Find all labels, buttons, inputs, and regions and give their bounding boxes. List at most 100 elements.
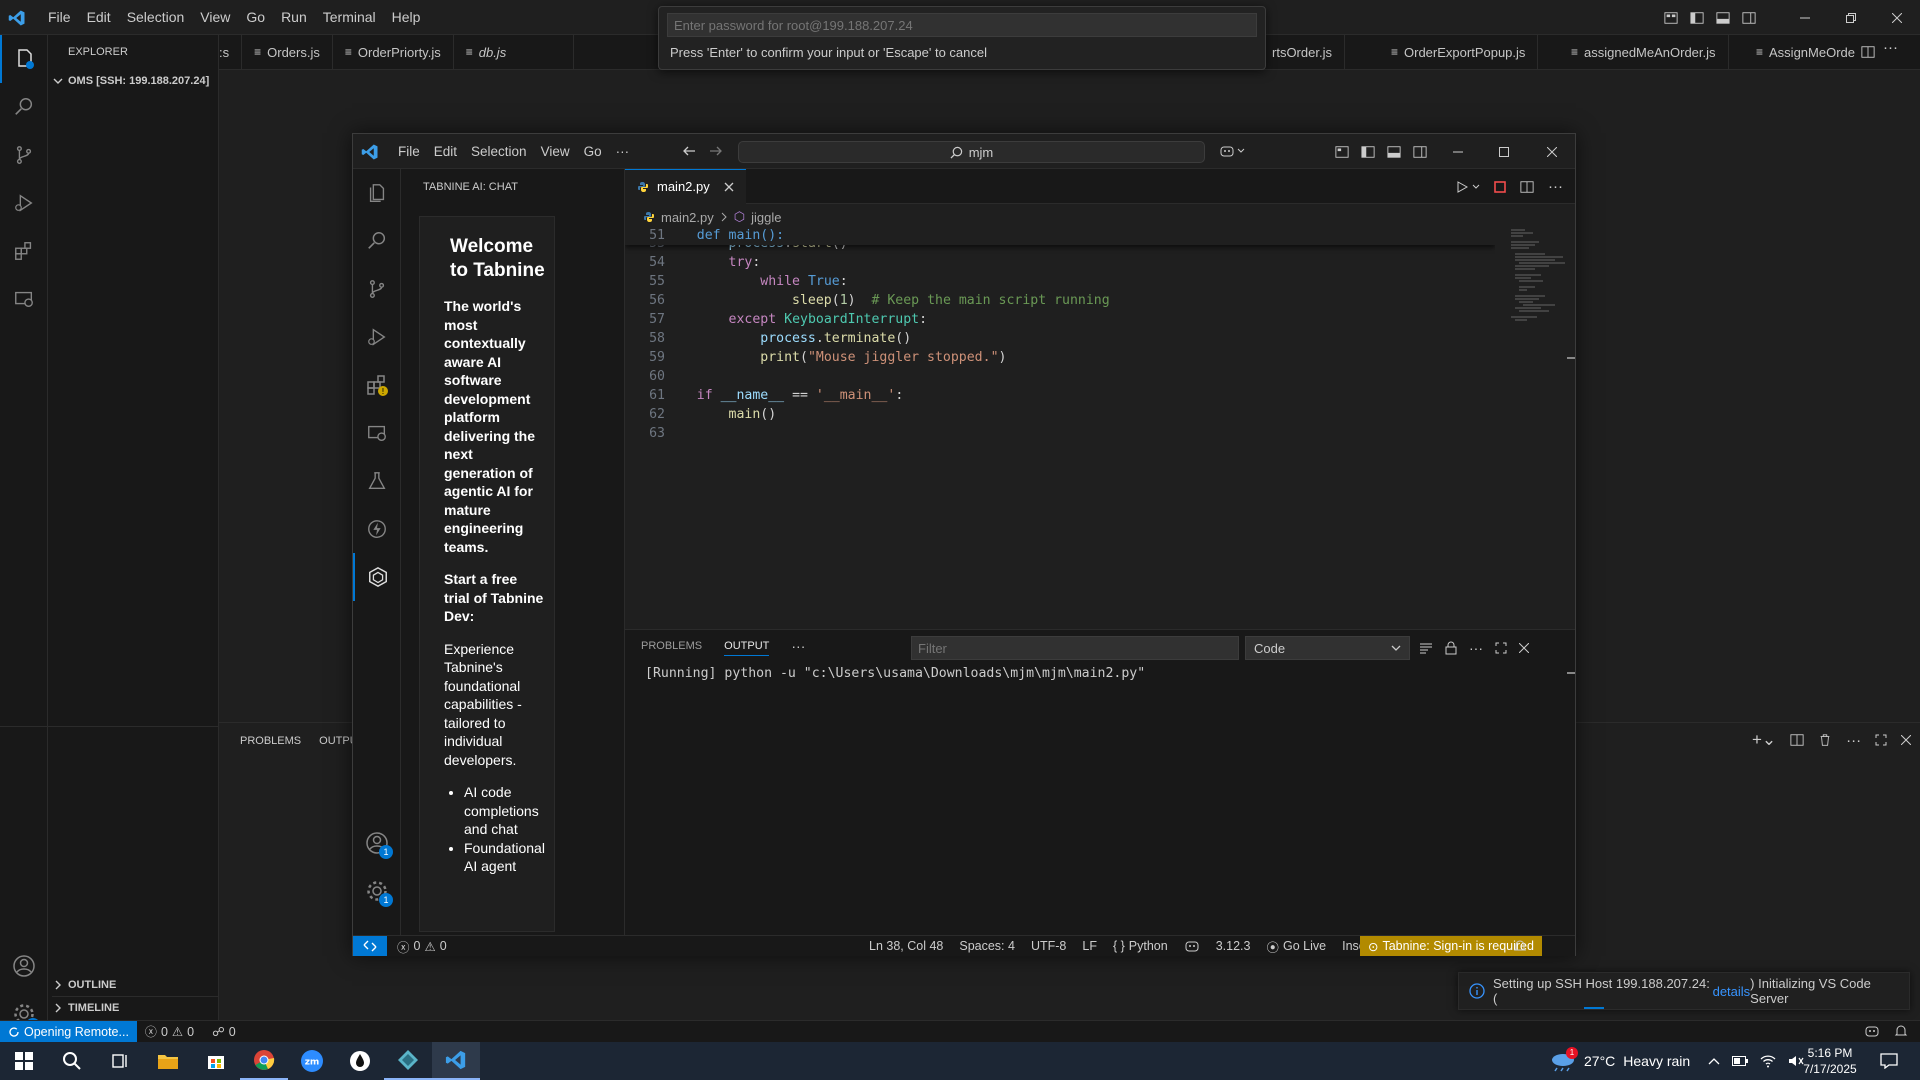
timeline-section[interactable]: TIMELINE: [52, 996, 219, 1018]
inner-menu-view[interactable]: View: [534, 134, 577, 169]
bolt-icon[interactable]: [353, 505, 401, 553]
battery-icon[interactable]: [1732, 1056, 1748, 1066]
lock-icon[interactable]: [1445, 641, 1457, 655]
remote-explorer-icon[interactable]: [353, 409, 401, 457]
explorer-icon[interactable]: [0, 35, 48, 83]
menu-file[interactable]: File: [40, 0, 79, 35]
minimize-icon[interactable]: [1453, 147, 1463, 157]
outline-section[interactable]: OUTLINE: [52, 974, 116, 996]
inner-menu-go[interactable]: Go: [577, 134, 609, 169]
language-mode[interactable]: { } Python: [1113, 939, 1168, 953]
source-control-icon[interactable]: [353, 265, 401, 313]
customize-layout-icon[interactable]: [1335, 145, 1349, 159]
task-view-icon[interactable]: [96, 1042, 144, 1080]
more-actions-icon[interactable]: ···: [791, 638, 805, 654]
command-center-search[interactable]: mjm: [738, 141, 1205, 163]
accounts-icon[interactable]: [0, 942, 48, 990]
explorer-icon[interactable]: [353, 169, 401, 217]
code-line[interactable]: 62 main(): [625, 405, 1110, 424]
forward-arrow-icon[interactable]: [709, 144, 723, 158]
stop-icon[interactable]: [1494, 180, 1506, 193]
inner-menu-edit[interactable]: Edit: [427, 134, 464, 169]
restore-icon[interactable]: [1828, 12, 1874, 23]
code-line[interactable]: 55 while True:: [625, 272, 1110, 291]
manage-gear-icon[interactable]: 1: [353, 867, 401, 915]
wifi-icon[interactable]: [1760, 1054, 1776, 1068]
maximize-panel-icon[interactable]: [1875, 734, 1887, 746]
close-window-icon[interactable]: [1874, 12, 1920, 23]
maximize-icon[interactable]: [1499, 147, 1509, 157]
sticky-scroll-line[interactable]: 51 def main():: [625, 228, 1495, 245]
indentation[interactable]: Spaces: 4: [959, 939, 1015, 953]
output-channel-select[interactable]: Code: [1245, 636, 1410, 660]
toggle-secondary-sidebar-icon[interactable]: [1413, 145, 1427, 159]
code-line[interactable]: 54 try:: [625, 253, 1110, 272]
app-drop-icon[interactable]: [336, 1042, 384, 1080]
close-tab-icon[interactable]: [724, 182, 734, 192]
breadcrumb-file[interactable]: main2.py: [661, 210, 714, 225]
tab-assignmeorder[interactable]: ≡ AssignMeOrde: [1744, 35, 1867, 70]
more-actions-icon[interactable]: ···: [1469, 640, 1483, 656]
menu-view[interactable]: View: [192, 0, 238, 35]
code-editor[interactable]: 51 def main(): 53 process.start()54 try:…: [625, 228, 1495, 568]
code-line[interactable]: 59 print("Mouse jiggler stopped."): [625, 348, 1110, 367]
inner-menu-file[interactable]: File: [391, 134, 427, 169]
zoom-icon[interactable]: zm: [288, 1042, 336, 1080]
show-hidden-icons-icon[interactable]: [1708, 1057, 1720, 1065]
tab-orders[interactable]: ≡ Orders.js: [242, 34, 333, 70]
toggle-secondary-sidebar-icon[interactable]: [1742, 11, 1782, 25]
minimap[interactable]: [1505, 228, 1567, 348]
tabnine-icon[interactable]: [353, 553, 401, 601]
outer-tab-problems[interactable]: PROBLEMS: [240, 735, 301, 747]
tab-rtsorder[interactable]: rtsOrder.js: [1259, 34, 1345, 70]
code-line[interactable]: 60: [625, 367, 1110, 386]
weather-widget[interactable]: 1 27°C Heavy rain: [1550, 1042, 1690, 1080]
copilot-icon[interactable]: [1864, 1024, 1880, 1038]
more-actions-icon[interactable]: ···: [1846, 732, 1861, 749]
source-control-icon[interactable]: [0, 131, 48, 179]
encoding[interactable]: UTF-8: [1031, 939, 1066, 953]
notifications-bell-icon[interactable]: [1894, 1024, 1908, 1038]
testing-flask-icon[interactable]: [353, 457, 401, 505]
app-diamond-icon[interactable]: [384, 1042, 432, 1080]
remote-indicator[interactable]: [353, 936, 387, 956]
python-version[interactable]: 3.12.3: [1216, 939, 1251, 953]
search-icon[interactable]: [0, 83, 48, 131]
problems-status[interactable]: ⓧ 0 ⚠ 0: [145, 1023, 194, 1040]
code-line[interactable]: 56 sleep(1) # Keep the main script runni…: [625, 291, 1110, 310]
customize-layout-icon[interactable]: [1664, 11, 1690, 25]
extensions-warning-icon[interactable]: !: [353, 361, 401, 409]
tab-output[interactable]: OUTPUT: [724, 640, 770, 656]
vscode-taskbar-icon[interactable]: [432, 1042, 480, 1080]
code-line[interactable]: 63: [625, 424, 1110, 443]
menu-go[interactable]: Go: [238, 0, 273, 35]
password-input[interactable]: [667, 13, 1257, 37]
cursor-position[interactable]: Ln 38, Col 48: [869, 939, 943, 953]
toggle-primary-sidebar-icon[interactable]: [1361, 145, 1375, 159]
accounts-icon[interactable]: 1: [353, 819, 401, 867]
tab-fragment[interactable]: :s: [219, 34, 243, 70]
maximize-panel-icon[interactable]: [1495, 642, 1507, 654]
menu-edit[interactable]: Edit: [79, 0, 119, 35]
action-center-icon[interactable]: [1880, 1053, 1898, 1069]
toggle-panel-icon[interactable]: [1387, 145, 1401, 159]
problems-status[interactable]: ⓧ 0 ⚠ 0: [397, 937, 447, 956]
more-actions-icon[interactable]: ···: [1548, 178, 1563, 195]
new-terminal-icon[interactable]: +⌄: [1752, 730, 1776, 750]
tab-orderexportpopup[interactable]: ≡ OrderExportPopup.js: [1379, 34, 1539, 70]
clock[interactable]: 5:16 PM 7/17/2025: [1798, 1045, 1862, 1077]
copilot-icon[interactable]: [1184, 939, 1200, 953]
close-panel-icon[interactable]: [1519, 643, 1529, 653]
menu-help[interactable]: Help: [384, 0, 429, 35]
chrome-icon[interactable]: [240, 1042, 288, 1080]
notifications-bell-icon[interactable]: [1513, 939, 1527, 953]
inner-menu-selection[interactable]: Selection: [464, 134, 534, 169]
minimize-icon[interactable]: [1782, 13, 1828, 23]
more-actions-icon[interactable]: ···: [1883, 39, 1898, 56]
ports-status[interactable]: ☍ 0: [212, 1024, 236, 1040]
menu-terminal[interactable]: Terminal: [315, 0, 384, 35]
code-line[interactable]: 61 if __name__ == '__main__':: [625, 386, 1110, 405]
tab-assignedmeanorder[interactable]: ≡ assignedMeAnOrder.js: [1559, 34, 1729, 70]
copilot-menu-icon[interactable]: [1219, 144, 1245, 158]
search-icon[interactable]: [353, 217, 401, 265]
